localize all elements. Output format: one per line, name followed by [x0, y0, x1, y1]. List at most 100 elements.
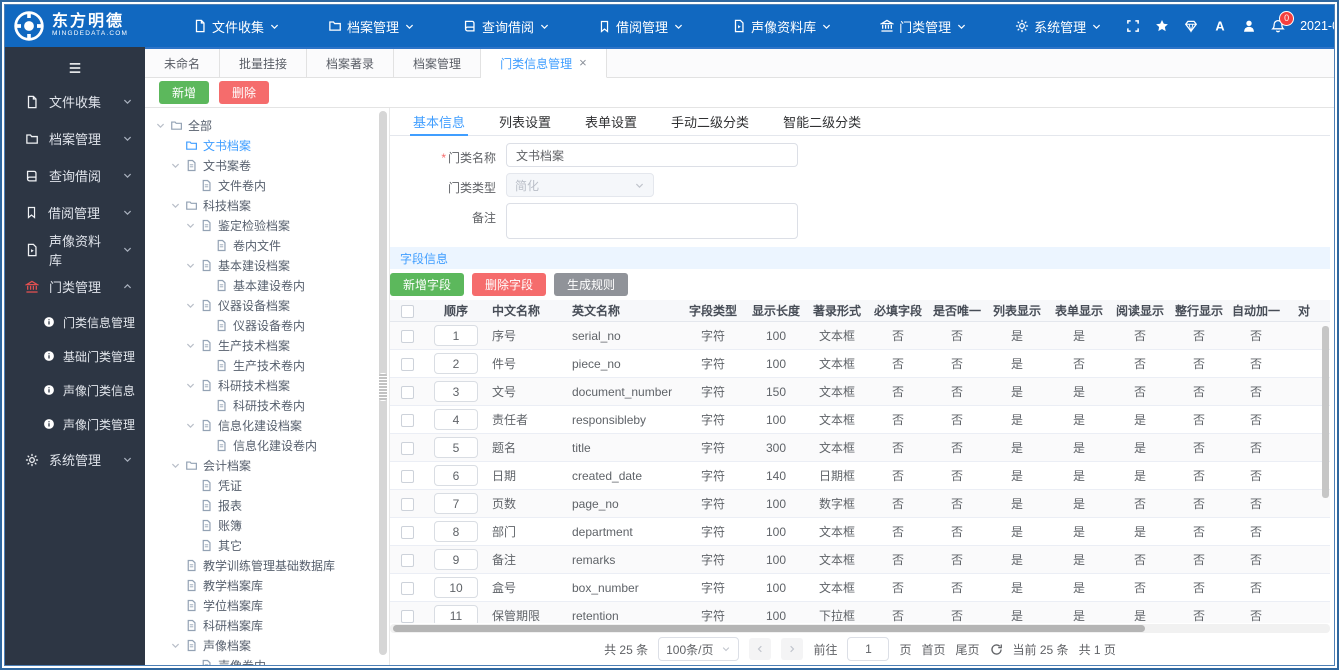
prev-page-button[interactable]	[749, 638, 772, 660]
last-page-link[interactable]: 尾页	[956, 641, 980, 658]
detail-tab[interactable]: 智能二级分类	[766, 108, 878, 135]
tree-expand-icon[interactable]	[168, 200, 183, 211]
sidebar-item[interactable]: 查询借阅	[5, 157, 145, 194]
star-button[interactable]	[1155, 19, 1169, 33]
detail-tab[interactable]: 手动二级分类	[654, 108, 766, 135]
page-size-select[interactable]: 100条/页	[658, 637, 740, 661]
tree-item[interactable]: 文件卷内	[153, 175, 377, 195]
order-input[interactable]: 6	[434, 465, 478, 486]
row-checkbox[interactable]	[400, 385, 414, 399]
first-page-link[interactable]: 首页	[922, 641, 946, 658]
order-input[interactable]: 2	[434, 353, 478, 374]
tree-item[interactable]: 卷内文件	[153, 235, 377, 255]
tree-item[interactable]: 文书案卷	[153, 155, 377, 175]
row-checkbox[interactable]	[400, 329, 414, 343]
row-checkbox[interactable]	[400, 357, 414, 371]
tree-item[interactable]: 学位档案库	[153, 595, 377, 615]
category-type-select[interactable]: 简化	[506, 173, 654, 197]
tree-item[interactable]: 报表	[153, 495, 377, 515]
row-checkbox[interactable]	[400, 413, 414, 427]
row-checkbox[interactable]	[400, 553, 414, 567]
gem-button[interactable]	[1184, 19, 1198, 33]
topnav-menu-item[interactable]: 文件收集	[169, 5, 304, 47]
row-checkbox[interactable]	[400, 581, 414, 595]
row-checkbox[interactable]	[400, 469, 414, 483]
detail-tab[interactable]: 列表设置	[482, 108, 568, 135]
table-horizontal-scrollbar[interactable]	[390, 624, 1330, 633]
tree-item[interactable]: 账簿	[153, 515, 377, 535]
user-button[interactable]	[1242, 19, 1256, 33]
tree-item[interactable]: 声像卷内	[153, 655, 377, 665]
sidebar-item[interactable]: 门类管理	[5, 268, 145, 305]
workspace-tab[interactable]: 未命名	[145, 49, 221, 77]
order-input[interactable]: 3	[434, 381, 478, 402]
delete-button[interactable]: 删除	[219, 81, 270, 104]
tree-expand-icon[interactable]	[168, 640, 183, 651]
tree-scrollbar[interactable]	[377, 108, 390, 665]
sidebar-collapse-button[interactable]	[5, 53, 145, 83]
tree-item[interactable]: 基本建设卷内	[153, 275, 377, 295]
sidebar-item[interactable]: 文件收集	[5, 83, 145, 120]
topnav-menu-item[interactable]: 查询借阅	[439, 5, 574, 47]
tree-item[interactable]: 声像档案	[153, 635, 377, 655]
tree-item[interactable]: 科研档案库	[153, 615, 377, 635]
topnav-menu-item[interactable]: 借阅管理	[574, 5, 708, 47]
remark-textarea[interactable]	[506, 203, 798, 239]
tree-item[interactable]: 科技档案	[153, 195, 377, 215]
tree-item[interactable]: 生产技术卷内	[153, 355, 377, 375]
order-input[interactable]: 11	[434, 605, 478, 623]
add-button[interactable]: 新增	[159, 81, 210, 104]
tree-item[interactable]: 基本建设档案	[153, 255, 377, 275]
row-checkbox[interactable]	[400, 525, 414, 539]
category-name-input[interactable]	[506, 143, 798, 167]
splitter-grip[interactable]	[379, 372, 387, 401]
tree-item[interactable]: 仪器设备卷内	[153, 315, 377, 335]
tree-item[interactable]: 其它	[153, 535, 377, 555]
row-checkbox[interactable]	[400, 441, 414, 455]
fullscreen-button[interactable]	[1126, 19, 1140, 33]
font-size-button[interactable]: A	[1213, 19, 1227, 33]
sidebar-item[interactable]: 档案管理	[5, 120, 145, 157]
bell-button[interactable]: 0	[1271, 11, 1295, 33]
order-input[interactable]: 5	[434, 437, 478, 458]
tree-item[interactable]: 信息化建设卷内	[153, 435, 377, 455]
tree-item[interactable]: 信息化建设档案	[153, 415, 377, 435]
select-all-checkbox[interactable]	[400, 304, 414, 318]
tree-item[interactable]: 教学训练管理基础数据库	[153, 555, 377, 575]
order-input[interactable]: 8	[434, 521, 478, 542]
tree-item[interactable]: 全部	[153, 115, 377, 135]
tree-item[interactable]: 科研技术档案	[153, 375, 377, 395]
order-input[interactable]: 1	[434, 325, 478, 346]
topnav-menu-item[interactable]: 档案管理	[304, 5, 439, 47]
order-input[interactable]: 9	[434, 549, 478, 570]
detail-tab[interactable]: 表单设置	[568, 108, 654, 135]
horizontal-scrollbar-thumb[interactable]	[393, 625, 1145, 632]
sidebar-subitem[interactable]: 声像门类管理	[5, 407, 145, 441]
tree-expand-icon[interactable]	[183, 340, 198, 351]
topnav-menu-item[interactable]: 系统管理	[991, 5, 1126, 47]
delete-field-button[interactable]: 删除字段	[472, 273, 547, 296]
sidebar-item[interactable]: 声像资料库	[5, 231, 145, 268]
sidebar-subitem[interactable]: 门类信息管理	[5, 305, 145, 339]
workspace-tab[interactable]: 档案管理	[394, 49, 482, 77]
tree-expand-icon[interactable]	[168, 460, 183, 471]
order-input[interactable]: 4	[434, 409, 478, 430]
sidebar-item[interactable]: 系统管理	[5, 441, 145, 478]
sidebar-item[interactable]: 借阅管理	[5, 194, 145, 231]
tree-item[interactable]: 仪器设备档案	[153, 295, 377, 315]
topnav-menu-item[interactable]: 门类管理	[856, 5, 991, 47]
tree-expand-icon[interactable]	[183, 380, 198, 391]
tree-expand-icon[interactable]	[183, 420, 198, 431]
topnav-menu-item[interactable]: 声像资料库	[708, 5, 856, 47]
workspace-tab[interactable]: 档案著录	[307, 49, 395, 77]
workspace-tab[interactable]: 批量挂接	[220, 49, 308, 77]
goto-page-input[interactable]	[847, 637, 890, 661]
sidebar-subitem[interactable]: 声像门类信息	[5, 373, 145, 407]
tree-expand-icon[interactable]	[183, 300, 198, 311]
tree-item[interactable]: 生产技术档案	[153, 335, 377, 355]
generate-rule-button[interactable]: 生成规则	[554, 273, 629, 296]
refresh-icon[interactable]	[990, 643, 1003, 656]
order-input[interactable]: 10	[434, 577, 478, 598]
detail-tab[interactable]: 基本信息	[396, 108, 482, 136]
tree-item[interactable]: 科研技术卷内	[153, 395, 377, 415]
